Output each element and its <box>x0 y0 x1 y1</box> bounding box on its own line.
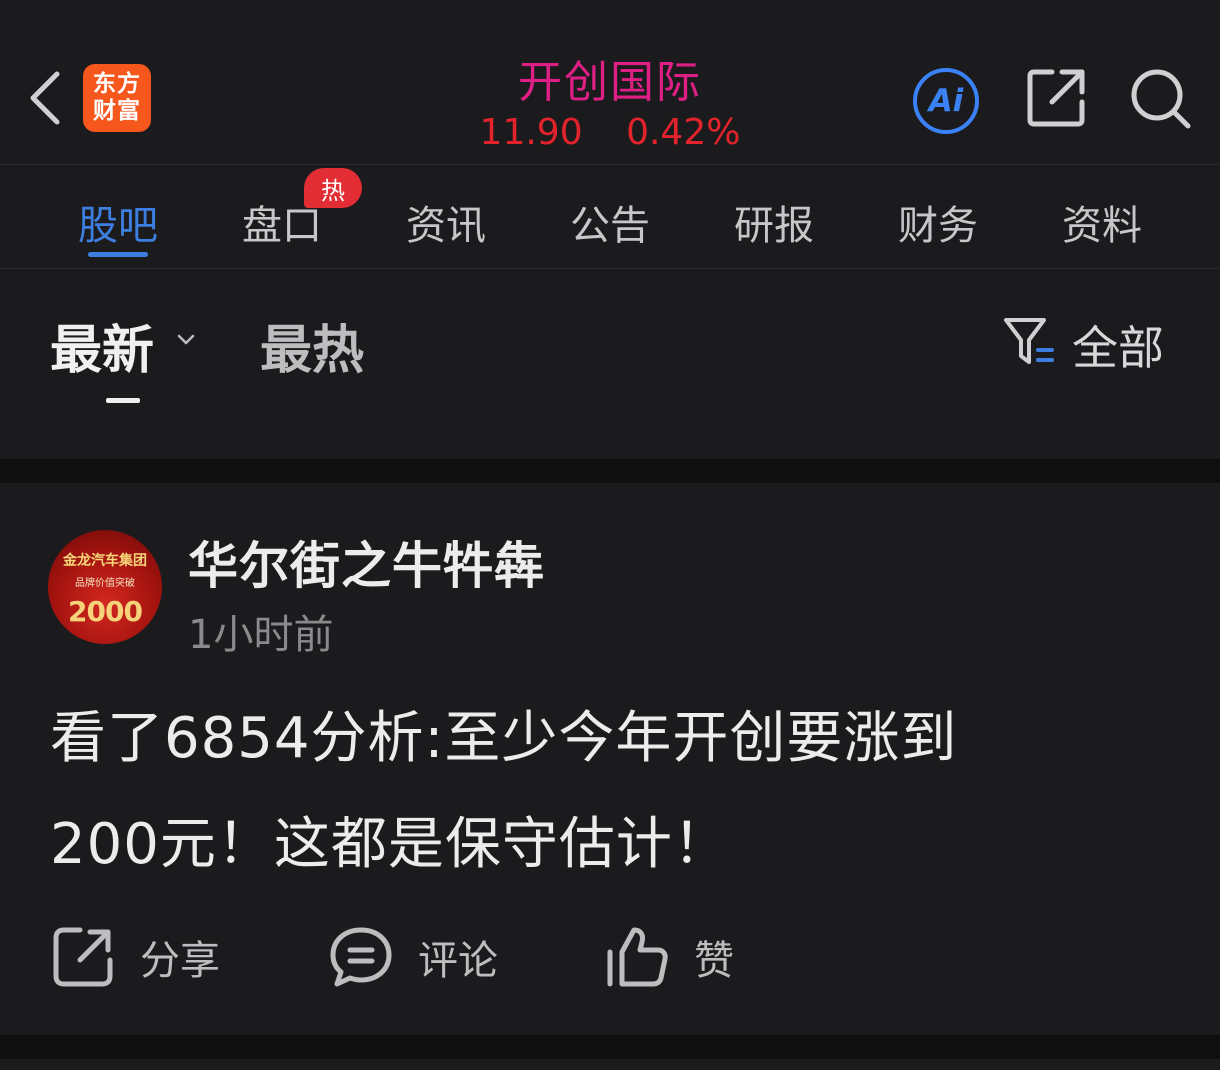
like-action-button[interactable]: 赞 <box>604 922 734 992</box>
avatar-text-line2: 品牌价值突破 <box>75 578 135 589</box>
stock-price: 11.90 <box>479 112 583 153</box>
active-tab-indicator <box>88 252 148 257</box>
hot-badge: 热 <box>304 168 362 208</box>
tab-news[interactable]: 资讯 <box>386 193 506 251</box>
avatar-text-line1: 金龙汽车集团 <box>63 553 147 569</box>
tab-profile[interactable]: 资料 <box>1042 193 1162 251</box>
avatar-text-line3: 2000 <box>68 595 143 628</box>
share-action-button[interactable]: 分享 <box>50 922 220 992</box>
tab-finance[interactable]: 财务 <box>878 193 998 251</box>
sort-active-indicator <box>106 398 140 403</box>
sort-latest-button[interactable]: 最新 <box>50 308 154 383</box>
post-body[interactable]: 看了6854分析:至少今年开创要涨到 200元！这都是保守估计！ <box>50 686 1170 898</box>
post-time: 1小时前 <box>188 612 334 658</box>
filter-button[interactable]: 全部 <box>1072 312 1164 378</box>
search-button[interactable] <box>1128 66 1194 132</box>
next-post-card[interactable] <box>0 1059 1220 1070</box>
filter-icon[interactable] <box>1002 314 1056 370</box>
comment-icon <box>330 927 392 987</box>
tab-research[interactable]: 研报 <box>714 193 834 251</box>
comment-action-button[interactable]: 评论 <box>328 922 498 992</box>
tab-guba[interactable]: 股吧 <box>58 193 178 251</box>
avatar[interactable]: 金龙汽车集团 品牌价值突破 2000 <box>48 530 162 644</box>
like-label: 赞 <box>694 938 734 984</box>
share-icon <box>1027 69 1085 127</box>
share-button[interactable] <box>1024 66 1088 130</box>
ai-icon: Ai <box>928 83 964 119</box>
section-divider <box>0 1035 1220 1059</box>
post-body-line1: 看了6854分析:至少今年开创要涨到 <box>50 706 958 771</box>
thumbs-up-icon <box>607 927 668 987</box>
section-divider <box>0 459 1220 483</box>
stock-forum-page: 东方 财富 开创国际 11.90 0.42% Ai 股吧 盘口 资讯 公告 研报… <box>0 0 1220 1070</box>
share-icon <box>53 927 113 987</box>
chevron-down-icon[interactable] <box>175 330 197 348</box>
tab-announcements[interactable]: 公告 <box>550 193 670 251</box>
sort-hot-button[interactable]: 最热 <box>260 308 364 383</box>
ai-button[interactable]: Ai <box>913 68 979 134</box>
top-bar: 东方 财富 开创国际 11.90 0.42% Ai <box>0 0 1220 165</box>
comment-label: 评论 <box>418 938 498 984</box>
share-label: 分享 <box>140 938 220 984</box>
post-body-line2: 200元！这都是保守估计！ <box>50 812 730 877</box>
stock-change-percent: 0.42% <box>626 112 741 153</box>
search-icon <box>1131 69 1191 129</box>
post-author[interactable]: 华尔街之牛牪犇 <box>188 526 545 598</box>
